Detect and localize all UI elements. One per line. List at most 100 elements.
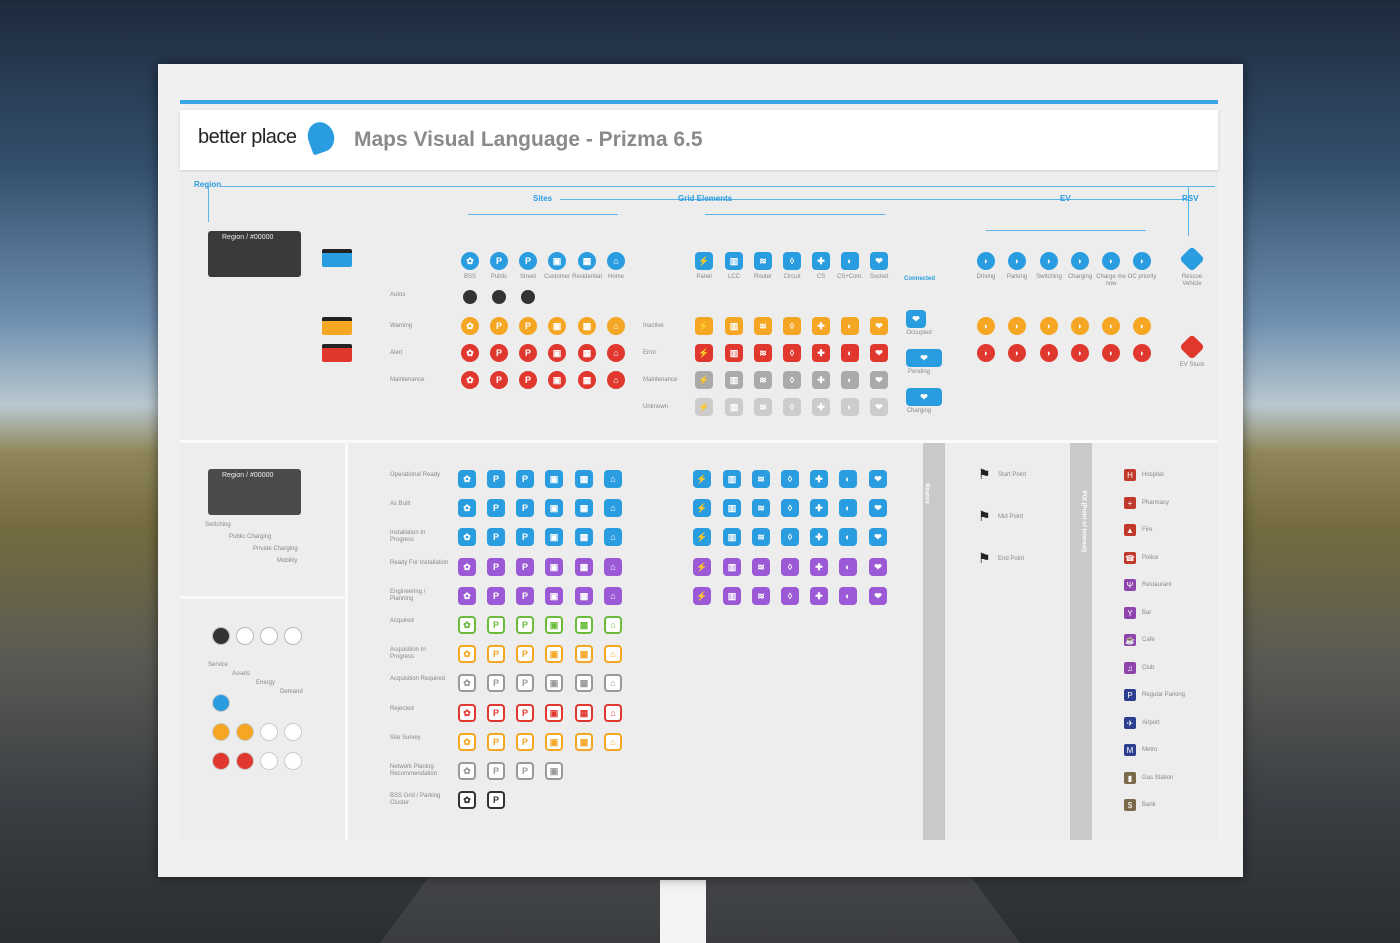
status-grid-icon[interactable]: ◊ (781, 470, 799, 488)
status-grid-icon[interactable]: ▥ (723, 499, 741, 517)
ev-status-icon[interactable]: ◗ (1008, 317, 1026, 335)
grid-status-icon[interactable]: ⚡ (695, 317, 713, 335)
route-flag-icon[interactable]: ⚑ (978, 550, 994, 566)
status-site-icon[interactable]: ✿ (458, 645, 476, 663)
site-status-icon[interactable]: P (519, 317, 537, 335)
grid-status-icon[interactable]: ≋ (754, 371, 772, 389)
rsv-icon-0[interactable] (1179, 246, 1205, 272)
site-icon-3[interactable]: ▣ (548, 252, 566, 270)
status-grid-icon[interactable]: ✚ (810, 587, 828, 605)
status-grid-icon[interactable]: ◐ (839, 470, 857, 488)
status-site-icon[interactable]: ▣ (545, 528, 563, 546)
poi-icon-regular-parking[interactable]: P (1124, 689, 1136, 701)
status-grid-icon[interactable]: ⚡ (693, 499, 711, 517)
grid-icon-1[interactable]: ▥ (725, 252, 743, 270)
service-knob[interactable] (260, 627, 278, 645)
status-site-icon[interactable]: ▣ (545, 674, 563, 692)
state-dot[interactable] (236, 752, 254, 770)
status-site-icon[interactable]: P (516, 499, 534, 517)
site-status-icon[interactable]: ▦ (578, 371, 596, 389)
site-icon-1[interactable]: P (490, 252, 508, 270)
status-grid-icon[interactable]: ◊ (781, 499, 799, 517)
grid-status-icon[interactable]: ▥ (725, 344, 743, 362)
status-site-icon[interactable]: ✿ (458, 791, 476, 809)
status-grid-icon[interactable]: ❤ (869, 558, 887, 576)
poi-icon-bank[interactable]: $ (1124, 799, 1136, 811)
site-status-icon[interactable]: P (519, 371, 537, 389)
status-grid-icon[interactable]: ❤ (869, 470, 887, 488)
status-site-icon[interactable]: ⌂ (604, 733, 622, 751)
grid-icon-5[interactable]: ◐ (841, 252, 859, 270)
ev-icon-2[interactable]: ◗ (1040, 252, 1058, 270)
site-status-icon[interactable]: ✿ (461, 317, 479, 335)
status-site-icon[interactable]: ⌂ (604, 587, 622, 605)
grid-status-icon[interactable]: ≋ (754, 398, 772, 416)
poi-icon-airport[interactable]: ✈ (1124, 717, 1136, 729)
site-status-icon[interactable]: P (519, 344, 537, 362)
status-site-icon[interactable]: ▦ (575, 587, 593, 605)
site-status-icon[interactable]: ▦ (578, 344, 596, 362)
ev-icon-0[interactable]: ◗ (977, 252, 995, 270)
service-knob[interactable] (236, 627, 254, 645)
status-site-icon[interactable]: ▣ (545, 733, 563, 751)
status-site-icon[interactable]: P (516, 645, 534, 663)
status-site-icon[interactable]: ✿ (458, 587, 476, 605)
status-grid-icon[interactable]: ≋ (752, 528, 770, 546)
grid-status-icon[interactable]: ▥ (725, 371, 743, 389)
grid-status-icon[interactable]: ◐ (841, 371, 859, 389)
status-site-icon[interactable]: P (487, 704, 505, 722)
status-grid-icon[interactable]: ◊ (781, 587, 799, 605)
grid-icon-6[interactable]: ❤ (870, 252, 888, 270)
site-status-icon[interactable]: ▣ (548, 344, 566, 362)
poi-icon-club[interactable]: ♫ (1124, 662, 1136, 674)
status-grid-icon[interactable]: ✚ (810, 470, 828, 488)
status-grid-icon[interactable]: ≋ (752, 499, 770, 517)
route-flag-icon[interactable]: ⚑ (978, 508, 994, 524)
site-status-icon[interactable]: P (490, 371, 508, 389)
status-grid-icon[interactable]: ▥ (723, 470, 741, 488)
grid-status-icon[interactable]: ✚ (812, 371, 830, 389)
connected-icon-1[interactable]: ❤ (906, 349, 942, 367)
status-grid-icon[interactable]: ⚡ (693, 558, 711, 576)
site-icon-5[interactable]: ⌂ (607, 252, 625, 270)
poi-icon-cafe[interactable]: ☕ (1124, 634, 1136, 646)
ev-status-icon[interactable]: ◗ (1102, 317, 1120, 335)
status-site-icon[interactable]: ⌂ (604, 528, 622, 546)
site-status-icon[interactable]: ✿ (461, 344, 479, 362)
auto-icon[interactable] (521, 290, 535, 304)
state-dot[interactable] (260, 752, 278, 770)
connected-icon-2[interactable]: ❤ (906, 388, 942, 406)
site-status-icon[interactable]: ⌂ (607, 371, 625, 389)
state-dot[interactable] (212, 752, 230, 770)
status-grid-icon[interactable]: ❤ (869, 499, 887, 517)
status-site-icon[interactable]: ▦ (575, 704, 593, 722)
ev-status-icon[interactable]: ◗ (1071, 317, 1089, 335)
poi-icon-gas-station[interactable]: ▮ (1124, 772, 1136, 784)
status-site-icon[interactable]: P (516, 470, 534, 488)
ev-status-icon[interactable]: ◗ (1040, 317, 1058, 335)
grid-status-icon[interactable]: ◊ (783, 398, 801, 416)
status-site-icon[interactable]: ▣ (545, 499, 563, 517)
poi-icon-restaurant[interactable]: Ψ (1124, 579, 1136, 591)
grid-icon-0[interactable]: ⚡ (695, 252, 713, 270)
status-grid-icon[interactable]: ⚡ (693, 528, 711, 546)
site-icon-4[interactable]: ▦ (578, 252, 596, 270)
state-dot[interactable] (284, 752, 302, 770)
status-site-icon[interactable]: P (487, 791, 505, 809)
site-status-icon[interactable]: ▣ (548, 371, 566, 389)
state-dot[interactable] (212, 723, 230, 741)
service-knob[interactable] (284, 627, 302, 645)
status-grid-icon[interactable]: ◊ (781, 558, 799, 576)
state-dot[interactable] (284, 723, 302, 741)
status-site-icon[interactable]: ▦ (575, 528, 593, 546)
state-dot[interactable] (212, 694, 230, 712)
site-status-icon[interactable]: ▦ (578, 317, 596, 335)
grid-status-icon[interactable]: ✚ (812, 317, 830, 335)
status-site-icon[interactable]: ⌂ (604, 645, 622, 663)
grid-status-icon[interactable]: ◊ (783, 344, 801, 362)
poi-icon-fire[interactable]: ▲ (1124, 524, 1136, 536)
status-grid-icon[interactable]: ❤ (869, 528, 887, 546)
status-grid-icon[interactable]: ▥ (723, 528, 741, 546)
site-status-icon[interactable]: ⌂ (607, 344, 625, 362)
status-site-icon[interactable]: P (487, 733, 505, 751)
